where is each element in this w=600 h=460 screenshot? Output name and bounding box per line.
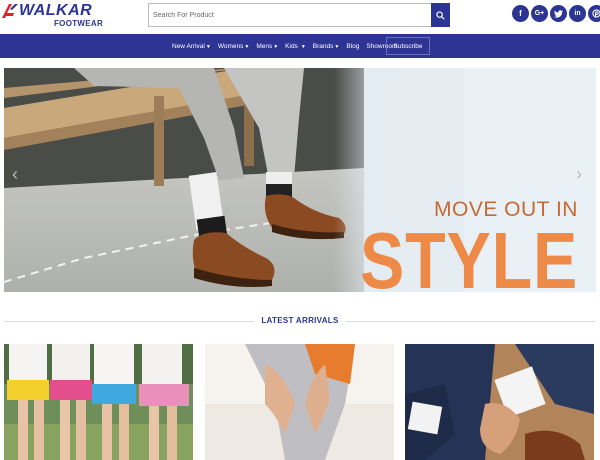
search-button[interactable] (431, 3, 450, 27)
carousel-prev-arrow[interactable]: ‹ (12, 164, 18, 185)
banner-highlight: STYLE (360, 216, 579, 293)
pinterest-icon[interactable] (588, 5, 600, 22)
hero-banner[interactable]: MOVE OUT IN STYLE ‹ › (4, 68, 596, 292)
twitter-icon[interactable] (550, 5, 567, 22)
social-links: f G+ in (512, 5, 600, 22)
google-plus-icon[interactable]: G+ (531, 5, 548, 22)
nav-label: Blog (346, 42, 360, 50)
section-title: LATEST ARRIVALS (261, 316, 339, 325)
walkar-logo[interactable]: WALKAR FOOTWEAR (2, 2, 104, 30)
twitter-bird-glyph (554, 9, 563, 18)
latest-arrivals-header: LATEST ARRIVALS (4, 313, 596, 329)
facebook-icon[interactable]: f (512, 5, 529, 22)
product-image-kids (4, 344, 193, 460)
product-image-men (405, 344, 594, 460)
nav-label: Mens (256, 42, 273, 50)
nav-label: Womens (217, 42, 244, 50)
linkedin-icon[interactable]: in (569, 5, 586, 22)
carousel-next-arrow[interactable]: › (576, 164, 582, 185)
search-icon (436, 10, 445, 20)
nav-womens[interactable]: Womens▼ (218, 43, 249, 50)
walkar-logo-icon (2, 4, 18, 18)
logo-text: WALKAR (19, 2, 93, 19)
product-card[interactable] (205, 344, 394, 460)
product-card[interactable] (4, 344, 193, 460)
nav-kids[interactable]: Kids ▼ (285, 43, 306, 50)
caret-down-icon: ▼ (205, 43, 211, 50)
main-nav: New Arrival▼ Womens▼ Mens▼ Kids ▼ Brands▼… (0, 34, 600, 58)
nav-label: Brands (312, 42, 334, 50)
subscribe-button[interactable]: Subscribe (386, 37, 430, 55)
search-input[interactable] (148, 3, 431, 27)
nav-label: Kids (285, 42, 298, 50)
nav-brands[interactable]: Brands▼ (313, 43, 340, 50)
logo-subtext: FOOTWEAR (54, 19, 104, 28)
caret-down-icon: ▼ (273, 43, 279, 50)
nav-new-arrival[interactable]: New Arrival▼ (172, 43, 211, 50)
caret-down-icon: ▼ (334, 43, 340, 50)
nav-label: New Arrival (172, 42, 205, 50)
product-card[interactable] (405, 344, 594, 460)
nav-blog[interactable]: Blog (346, 43, 359, 50)
product-image-women (205, 344, 394, 460)
site-header: WALKAR FOOTWEAR f G+ in (0, 0, 600, 34)
caret-down-icon: ▼ (244, 43, 250, 50)
search-bar (148, 3, 450, 27)
nav-mens[interactable]: Mens▼ (256, 43, 278, 50)
caret-down-icon: ▼ (300, 43, 306, 50)
pinterest-glyph (592, 9, 600, 18)
